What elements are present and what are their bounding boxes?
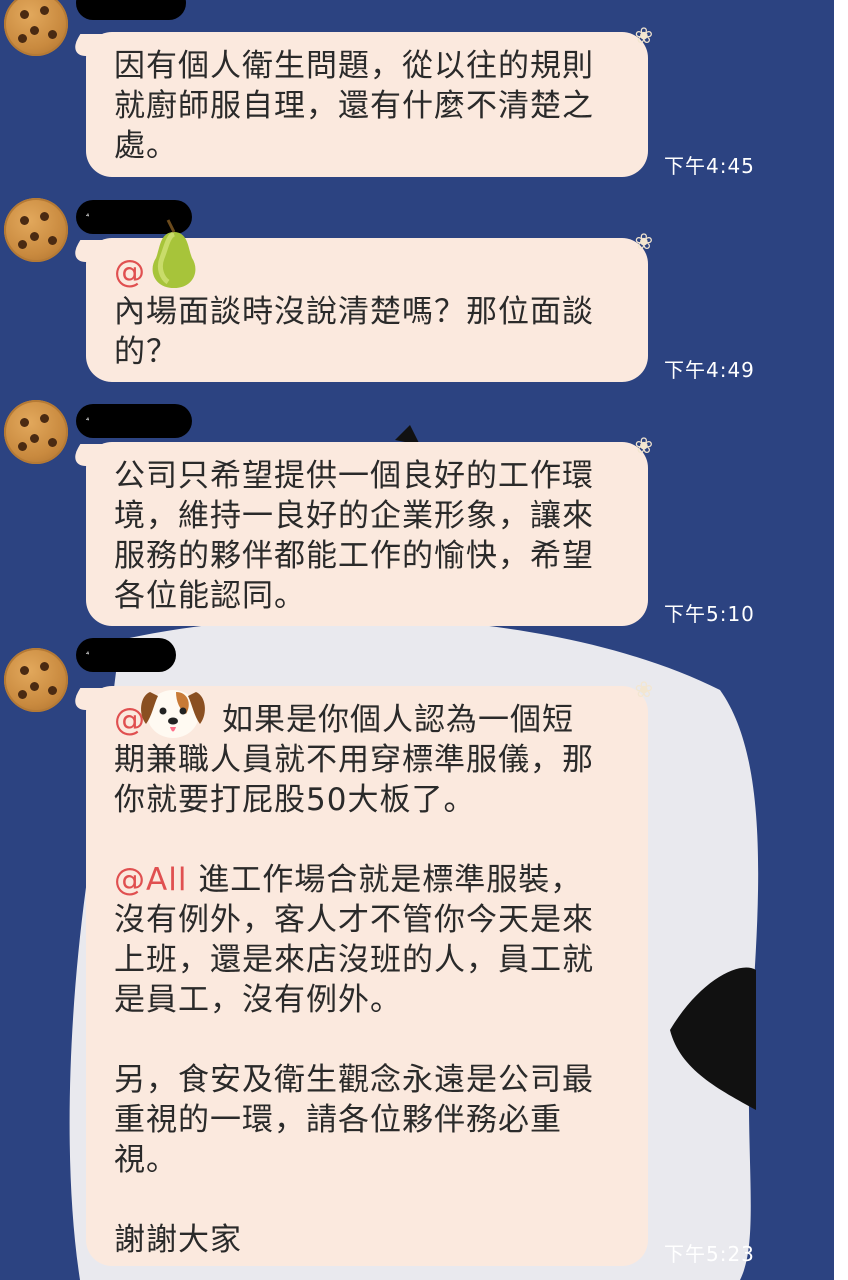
message-text: 進工作場合就是標準服裝，: [198, 862, 583, 898]
message-timestamp: 下午4:49: [664, 358, 755, 382]
message-text: 內場面談時沒說清楚嗎？那位面談: [114, 294, 594, 330]
cookie-avatar-icon[interactable]: [4, 400, 68, 464]
message-text: 公司只希望提供一個良好的工作環: [114, 458, 594, 494]
message-text: 沒有例外，客人才不管你今天是來: [114, 902, 594, 938]
mention-all-tag[interactable]: @All: [114, 862, 187, 898]
message-bubble[interactable]: ❀ 公司只希望提供一個良好的工作環 境，維持一良好的企業形象，讓來 服務的夥伴都…: [86, 436, 653, 626]
sender-name-redacted: ⁴: [76, 638, 176, 672]
flower-icon: ❀: [634, 230, 654, 255]
cookie-avatar-icon[interactable]: [4, 198, 68, 262]
flower-icon: ❀: [634, 678, 654, 703]
message-text: 重視的一環，請各位夥伴務必重: [114, 1102, 562, 1138]
message-text: 期兼職人員就不用穿標準服儀，那: [114, 742, 594, 778]
message-text: 的？: [114, 334, 178, 370]
message-text: 謝謝大家: [114, 1222, 242, 1258]
sender-name-redacted: [76, 0, 186, 20]
dog-emoji-icon: [141, 690, 205, 738]
cookie-avatar-icon[interactable]: [4, 648, 68, 712]
message-text: 處。: [114, 128, 178, 164]
screen-edge: [834, 0, 848, 1280]
message-text: 因有個人衛生問題，從以往的規則: [114, 48, 594, 84]
message-timestamp: 下午5:10: [664, 602, 755, 626]
message-text: 就廚師服自理，還有什麼不清楚之: [114, 88, 594, 124]
message-text: 服務的夥伴都能工作的愉快，希望: [114, 538, 594, 574]
message-text: 上班，還是來店沒班的人，員工就: [114, 942, 594, 978]
message-timestamp: 下午4:45: [664, 154, 755, 178]
flower-icon: ❀: [634, 24, 654, 49]
pear-emoji-icon: [152, 219, 196, 288]
sender-name-redacted: ⁴: [76, 404, 192, 438]
message-text: 是員工，沒有例外。: [114, 982, 402, 1018]
message-timestamp: 下午5:23: [664, 1242, 755, 1266]
message-text: 另，食安及衛生觀念永遠是公司最: [114, 1062, 594, 1098]
message-text: 視。: [114, 1142, 178, 1178]
message-text: 境，維持一良好的企業形象，讓來: [114, 498, 594, 534]
message-text: 如果是你個人認為一個短: [222, 702, 574, 738]
message-text: 各位能認同。: [114, 578, 306, 614]
message-bubble[interactable]: ❀ 因有個人衛生問題，從以往的規則 就廚師服自理，還有什麼不清楚之 處。: [86, 26, 653, 177]
message-bubble[interactable]: ❀ @ 如果是你個人認為一個短 期兼職人員就不用穿標準服儀，那 你就要打屁股50大…: [86, 680, 653, 1266]
flower-icon: ❀: [634, 434, 654, 459]
message-text: 你就要打屁股50大板了。: [114, 782, 476, 818]
mention-all-line: @All 進工作場合就是標準服裝，: [114, 860, 624, 900]
